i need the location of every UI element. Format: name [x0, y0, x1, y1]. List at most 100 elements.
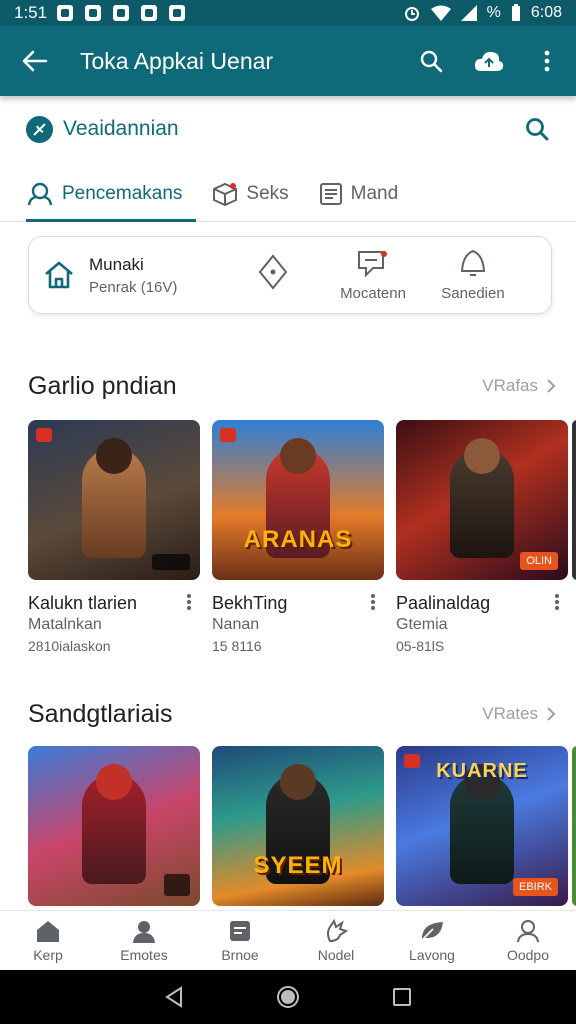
- game-row: Kalukn tlarien Matalnkan 2810ialaskon AR…: [28, 420, 576, 660]
- chevron-right-icon: [547, 707, 556, 721]
- game-thumbnail: [28, 420, 200, 580]
- settings-icon: [169, 5, 186, 21]
- badge-icon: [220, 428, 236, 442]
- see-more-link[interactable]: VRates: [482, 704, 556, 724]
- game-card-peek[interactable]: [572, 420, 576, 580]
- quick-item-diamond[interactable]: [223, 254, 323, 296]
- section-header: Sandgtlariais VRates: [28, 694, 556, 734]
- diamond-icon: [258, 254, 288, 290]
- game-banner-text: KUARNE: [436, 760, 528, 782]
- rating-tag: [152, 554, 190, 570]
- nav-item-lavong[interactable]: Lavong: [384, 911, 480, 970]
- game-meta: 15 8116: [212, 638, 262, 654]
- game-thumbnail: [572, 420, 576, 580]
- chevron-right-icon: [547, 379, 556, 393]
- card-menu-button[interactable]: [184, 592, 194, 612]
- game-subtitle: Matalnkan: [28, 616, 102, 633]
- nav-item-oodpo[interactable]: Oodpo: [480, 911, 576, 970]
- chat-bubble-icon: [358, 250, 387, 277]
- game-meta: 2810ialaskon: [28, 638, 111, 654]
- home-icon: [37, 920, 59, 942]
- game-banner-text: ARANAS: [243, 526, 353, 553]
- status-time: 1:51: [14, 3, 48, 22]
- see-more-label: VRafas: [482, 376, 538, 395]
- nav-item-brnoe[interactable]: Brnoe: [192, 911, 288, 970]
- game-card[interactable]: ARANAS BekhTing Nanan 15 8116: [212, 420, 384, 654]
- cloud-icon: [474, 51, 504, 71]
- tab-seks[interactable]: Seks: [212, 166, 292, 221]
- system-navigation-bar: [0, 970, 576, 1024]
- leaf-icon: [421, 921, 443, 941]
- game-card[interactable]: [28, 746, 200, 906]
- brand-name: Veaidannian: [63, 117, 179, 140]
- system-back-icon[interactable]: [164, 986, 184, 1008]
- tab-mand[interactable]: Mand: [319, 166, 403, 221]
- game-card-peek[interactable]: [572, 746, 576, 906]
- quick-item-label: Mocatenn: [340, 284, 406, 302]
- search-icon[interactable]: [524, 116, 550, 142]
- cloud-button[interactable]: [460, 26, 518, 96]
- tab-bar: Pencemakans Seks Mand: [0, 166, 576, 222]
- arrow-back-icon: [22, 50, 48, 72]
- search-button[interactable]: [402, 26, 460, 96]
- game-thumbnail: KUARNE EBIRK: [396, 746, 568, 906]
- tab-label: Pencemakans: [62, 182, 183, 204]
- nav-label: Kerp: [33, 946, 63, 963]
- game-card[interactable]: Kalukn tlarien Matalnkan 2810ialaskon: [28, 420, 200, 654]
- game-thumbnail: ARANAS: [212, 420, 384, 580]
- status-clock: 6:08: [530, 4, 562, 21]
- photo-icon: [141, 5, 158, 21]
- home-icon: [45, 261, 73, 289]
- nav-item-nodel[interactable]: Nodel: [288, 911, 384, 970]
- battery-text: %: [486, 4, 501, 21]
- quick-item-mocatenn[interactable]: Mocatenn: [323, 249, 423, 302]
- game-thumbnail: [28, 746, 200, 906]
- shield-icon: [113, 5, 130, 21]
- app-bar: Toka Appkai Uenar: [0, 26, 576, 96]
- game-thumbnail: SYEEM: [212, 746, 384, 906]
- game-card[interactable]: KUARNE EBIRK: [396, 746, 568, 906]
- game-name: Paalinaldag: [396, 593, 491, 613]
- book-icon: [230, 920, 250, 941]
- quick-item-sanedien[interactable]: Sanedien: [423, 249, 523, 302]
- mail-icon: [85, 5, 102, 21]
- game-card[interactable]: SYEEM: [212, 746, 384, 906]
- signal-icon: [460, 5, 477, 21]
- more-vert-icon: [544, 50, 550, 72]
- more-options-button[interactable]: [518, 26, 576, 96]
- see-more-link[interactable]: VRafas: [482, 376, 556, 396]
- list-icon: [319, 182, 342, 205]
- game-card[interactable]: OLIN Paalinaldag Gtemia 05-81lS: [396, 420, 568, 654]
- card-menu-button[interactable]: [552, 592, 562, 612]
- nav-label: Nodel: [317, 946, 355, 963]
- battery-icon: [511, 4, 520, 21]
- system-home-icon[interactable]: [276, 985, 300, 1009]
- nav-label: Brnoe: [221, 946, 259, 963]
- nav-label: Lavong: [409, 946, 455, 963]
- card-menu-button[interactable]: [368, 592, 378, 612]
- home-shortcut[interactable]: Munaki Penrak (16V): [43, 255, 223, 296]
- alarm-icon: [404, 7, 419, 21]
- hand-icon: [327, 918, 348, 942]
- tab-pencemakans[interactable]: Pencemakans: [26, 166, 197, 222]
- tab-label: Seks: [246, 182, 289, 204]
- account-icon: [517, 919, 539, 942]
- back-button[interactable]: [0, 26, 70, 96]
- game-name: Kalukn tlarien: [28, 593, 138, 613]
- nav-item-kerp[interactable]: Kerp: [0, 911, 96, 970]
- game-name: BekhTing: [212, 593, 288, 613]
- quick-actions-card: Munaki Penrak (16V) Mocatenn Sanedien: [28, 236, 552, 314]
- nav-label: Emotes: [120, 946, 168, 963]
- rating-tag: OLIN: [520, 552, 558, 570]
- system-recents-icon[interactable]: [392, 987, 412, 1007]
- bell-icon: [460, 249, 486, 276]
- nav-item-emotes[interactable]: Emotes: [96, 911, 192, 970]
- section-header: Garlio pndian VRafas: [28, 366, 556, 406]
- home-title: Munaki: [89, 254, 144, 274]
- search-icon: [420, 50, 443, 73]
- tab-label: Mand: [350, 182, 399, 204]
- box-icon: [213, 182, 238, 206]
- badge-icon: [36, 428, 52, 442]
- rating-tag: [164, 874, 190, 896]
- game-banner-text: SYEEM: [253, 852, 343, 879]
